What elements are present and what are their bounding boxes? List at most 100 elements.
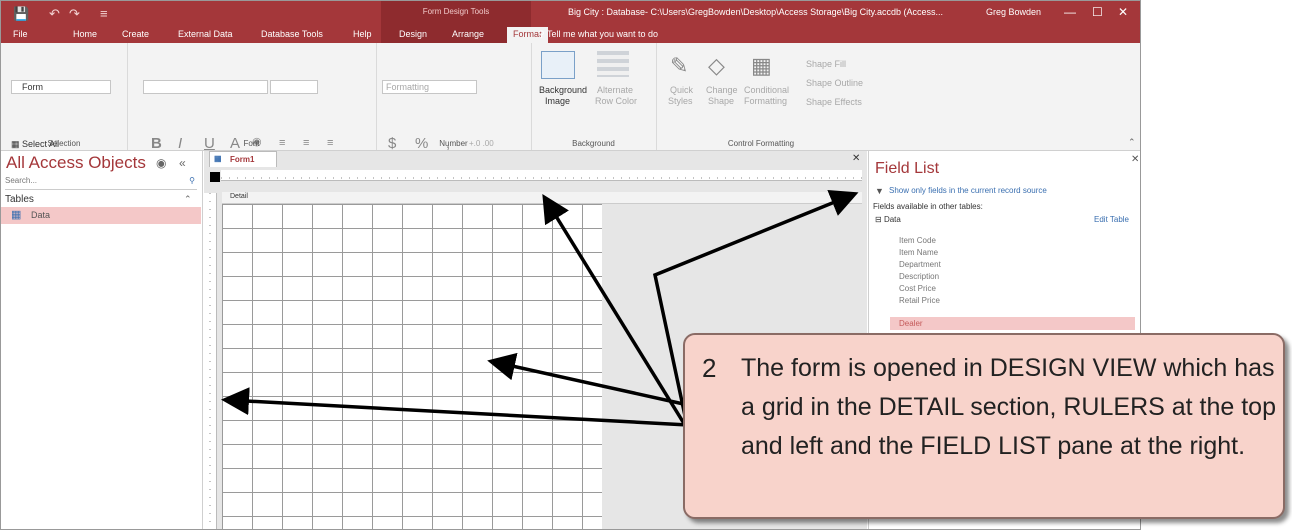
field-item[interactable]: Dealer xyxy=(899,319,923,328)
selected-field-highlight xyxy=(890,317,1135,330)
tell-me-search[interactable]: ⚲ Tell me what you want to do xyxy=(538,29,658,40)
alternate-row-color-icon[interactable] xyxy=(597,51,629,77)
tab-file[interactable]: File xyxy=(13,29,28,39)
group-selection: Form ▦ Select All Selection xyxy=(1,43,128,150)
form-icon: ▦ xyxy=(214,154,222,163)
format-combo-value: Formatting xyxy=(386,82,430,92)
background-image-icon[interactable] xyxy=(541,51,575,79)
close-icon[interactable]: ✕ xyxy=(1118,5,1128,19)
conditional-label-2[interactable]: Formatting xyxy=(744,96,787,106)
nav-menu-icon[interactable]: ◉ xyxy=(156,156,166,170)
collapse-group-icon[interactable]: ⌃ xyxy=(184,194,192,205)
minimize-icon[interactable]: — xyxy=(1064,5,1076,19)
instruction-callout: 2 The form is opened in DESIGN VIEW whic… xyxy=(683,333,1285,519)
search-icon[interactable]: ⚲ xyxy=(189,176,195,185)
edit-table-link[interactable]: Edit Table xyxy=(1094,215,1129,224)
group-number: Formatting $ % , +.0 .00 Number xyxy=(376,43,532,152)
ribbon: Form ▦ Select All Selection B I U A ◉ ≡ … xyxy=(1,43,1140,152)
object-combo-value: Form xyxy=(22,82,43,92)
field-item[interactable]: Description xyxy=(899,272,939,281)
top-ruler[interactable] xyxy=(221,170,862,181)
tab-external-data[interactable]: External Data xyxy=(178,29,233,39)
detail-section-bar[interactable]: Detail xyxy=(222,192,862,204)
field-item[interactable]: Item Name xyxy=(899,248,938,257)
table-icon: ▦ xyxy=(11,209,22,221)
group-label: Control Formatting xyxy=(727,139,795,148)
navigation-pane: All Access Objects ◉ « Search... ⚲ Table… xyxy=(1,151,203,529)
group-label: Selection xyxy=(47,139,81,148)
close-icon[interactable]: ✕ xyxy=(1131,154,1139,165)
tab-home[interactable]: Home xyxy=(73,29,97,39)
alternate-row-label-2[interactable]: Row Color xyxy=(595,96,637,106)
change-shape-icon[interactable]: ◇ xyxy=(708,53,725,79)
document-title: Big City : Database- C:\Users\GregBowden… xyxy=(568,7,943,17)
shutter-bar-icon[interactable]: « xyxy=(179,156,186,170)
form-tab-label: Form1 xyxy=(230,155,255,164)
quick-styles-label-2[interactable]: Styles xyxy=(668,96,693,106)
nav-search-placeholder: Search... xyxy=(5,176,38,185)
field-item[interactable]: Cost Price xyxy=(899,284,936,293)
search-icon: ⚲ xyxy=(538,29,545,39)
table-node-label: Data xyxy=(883,215,901,224)
other-tables-label: Fields available in other tables: xyxy=(873,202,983,211)
group-background: Background Image Alternate Row Color Bac… xyxy=(531,43,657,150)
nav-group-tables[interactable]: Tables xyxy=(5,194,34,205)
quick-styles-icon[interactable]: ✎ xyxy=(670,53,688,79)
table-node-data[interactable]: ⊟ Data xyxy=(875,215,901,224)
nav-search-input[interactable]: Search... ⚲ xyxy=(5,176,197,190)
group-control-formatting: ✎ ◇ ▦ Quick Styles Change Shape Conditio… xyxy=(656,43,866,150)
nav-item-data[interactable]: ▦ Data xyxy=(1,207,201,224)
font-name-combo[interactable] xyxy=(143,80,268,94)
collapse-ribbon-icon[interactable]: ⌃ xyxy=(1128,137,1136,148)
background-image-label[interactable]: Background xyxy=(539,85,587,95)
tab-create[interactable]: Create xyxy=(122,29,149,39)
user-name[interactable]: Greg Bowden xyxy=(986,7,1041,17)
ribbon-tabs: File Home Create External Data Database … xyxy=(1,27,1140,43)
form-selector[interactable] xyxy=(210,172,220,182)
object-combo[interactable]: Form xyxy=(11,80,111,94)
tab-database-tools[interactable]: Database Tools xyxy=(261,29,323,39)
nav-item-label: Data xyxy=(31,210,51,220)
ruler-ticks xyxy=(221,177,862,179)
ruler-ticks xyxy=(209,193,211,529)
left-ruler[interactable] xyxy=(204,193,217,529)
conditional-label[interactable]: Conditional xyxy=(744,85,789,95)
group-label: Background xyxy=(572,139,615,148)
customize-qat-icon[interactable]: ≡ xyxy=(100,6,108,21)
change-shape-label[interactable]: Change xyxy=(706,85,738,95)
conditional-formatting-icon[interactable]: ▦ xyxy=(751,53,772,79)
field-item[interactable]: Department xyxy=(899,260,941,269)
tab-arrange[interactable]: Arrange xyxy=(452,29,484,39)
field-item[interactable]: Retail Price xyxy=(899,296,940,305)
shape-fill-button[interactable]: Shape Fill xyxy=(806,59,846,69)
nav-title[interactable]: All Access Objects xyxy=(6,153,146,173)
undo-icon[interactable]: ↶ xyxy=(49,6,60,22)
tell-me-label: Tell me what you want to do xyxy=(546,29,658,39)
tab-form1[interactable]: ▦ Form1 xyxy=(209,151,277,167)
shape-effects-button[interactable]: Shape Effects xyxy=(806,97,862,107)
field-item[interactable]: Item Code xyxy=(899,236,936,245)
background-image-label-2[interactable]: Image xyxy=(545,96,570,106)
detail-grid[interactable] xyxy=(222,204,602,529)
alternate-row-label[interactable]: Alternate xyxy=(597,85,633,95)
callout-text: The form is opened in DESIGN VIEW which … xyxy=(741,354,1276,460)
group-label: Number xyxy=(439,139,468,148)
shape-outline-button[interactable]: Shape Outline xyxy=(806,78,863,88)
redo-icon[interactable]: ↷ xyxy=(69,6,80,22)
save-icon[interactable]: 💾 xyxy=(13,6,29,22)
quick-styles-label[interactable]: Quick xyxy=(670,85,693,95)
title-bar: 💾 ↶ ↷ ≡ Form Design Tools Big City : Dat… xyxy=(1,1,1140,43)
group-label: Font xyxy=(243,139,260,148)
close-form-icon[interactable]: ✕ xyxy=(852,153,860,164)
maximize-icon[interactable]: ☐ xyxy=(1092,5,1103,19)
font-size-combo[interactable] xyxy=(270,80,318,94)
filter-icon[interactable]: ▼ xyxy=(875,186,884,196)
show-only-fields-link[interactable]: Show only fields in the current record s… xyxy=(889,186,1047,195)
detail-label: Detail xyxy=(230,193,248,200)
step-number: 2 xyxy=(702,353,717,383)
tab-design[interactable]: Design xyxy=(399,29,427,39)
field-list-title: Field List xyxy=(875,160,940,177)
change-shape-label-2[interactable]: Shape xyxy=(708,96,734,106)
tab-help[interactable]: Help xyxy=(353,29,372,39)
format-combo[interactable]: Formatting xyxy=(382,80,477,94)
